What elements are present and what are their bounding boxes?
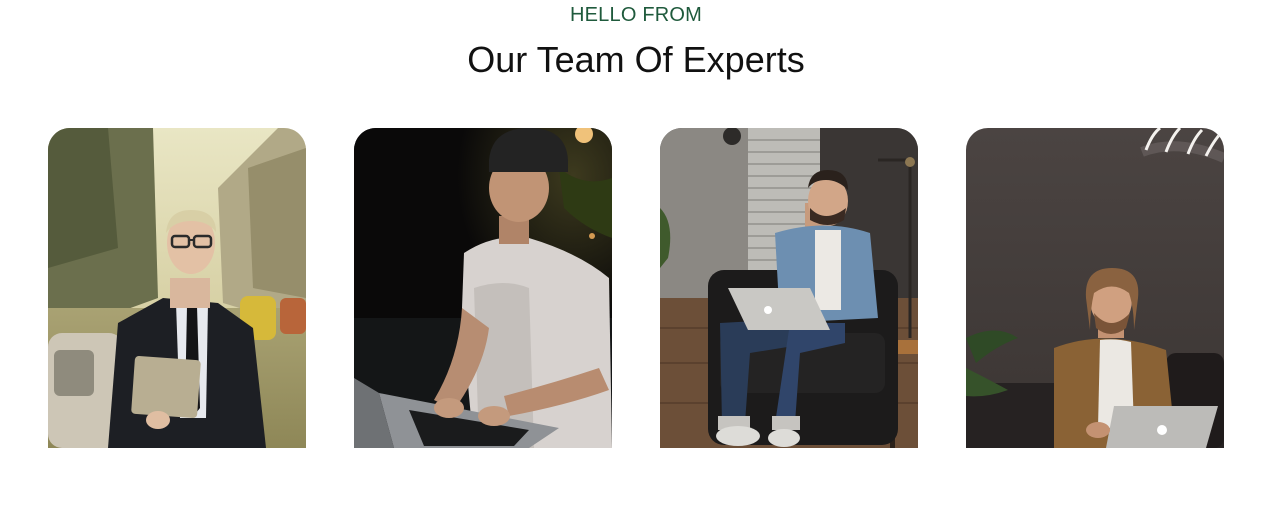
team-member-card-2[interactable] xyxy=(354,128,612,448)
team-member-photo-4 xyxy=(966,128,1224,448)
team-member-photo-3 xyxy=(660,128,918,448)
team-member-photo-2 xyxy=(354,128,612,448)
section-title: Our Team Of Experts xyxy=(467,39,805,80)
team-member-card-4[interactable] xyxy=(966,128,1224,448)
section-eyebrow: HELLO FROM xyxy=(569,4,703,26)
team-section: HELLO FROM Our Team Of Experts xyxy=(0,0,1272,522)
team-member-card-3[interactable] xyxy=(660,128,918,448)
team-member-card-1[interactable] xyxy=(48,128,306,448)
team-member-photo-1 xyxy=(48,128,306,448)
